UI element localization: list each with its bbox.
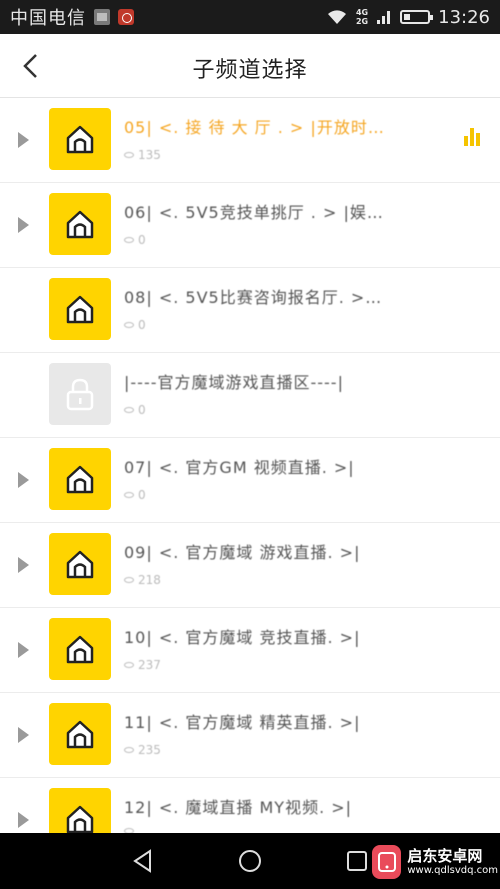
channel-avatar <box>49 703 111 765</box>
watermark-title: 启东安卓网 <box>407 847 483 866</box>
channel-row[interactable]: 05| <. 接 待 大 厅 . > |开放时… 135 <box>0 98 500 183</box>
channel-name: 11| <. 官方魔域 精英直播. >| <box>124 713 361 732</box>
expand-arrow-icon[interactable] <box>18 727 29 743</box>
channel-name: |----官方魔域游戏直播区----| <box>124 373 344 392</box>
carrier-name: 中国电信 <box>10 8 86 29</box>
channel-avatar <box>49 448 111 510</box>
lock-icon <box>66 378 94 411</box>
expand-arrow-icon[interactable] <box>18 642 29 658</box>
home-icon <box>66 550 94 579</box>
channel-name: 09| <. 官方魔域 游戏直播. >| <box>124 543 361 562</box>
network-type: 4G 2G <box>355 8 369 26</box>
header: 子频道选择 <box>0 34 500 98</box>
eye-icon <box>124 747 134 753</box>
eye-icon <box>124 407 134 413</box>
nav-recents-button[interactable] <box>339 843 375 879</box>
live-indicator-icon <box>464 128 484 146</box>
eye-icon <box>124 152 134 158</box>
viewer-count: 237 <box>124 658 161 672</box>
viewer-count: 218 <box>124 573 161 587</box>
channel-name: 12| <. 魔域直播 MY视频. >| <box>124 798 353 817</box>
circle-home-icon <box>238 850 261 872</box>
eye-icon <box>124 322 134 328</box>
battery-icon <box>400 10 434 24</box>
watermark-url: www.qdlsvdq.com <box>407 864 498 876</box>
square-recents-icon <box>346 851 367 871</box>
viewer-count: 0 <box>124 488 146 502</box>
channel-name: 10| <. 官方魔域 竞技直播. >| <box>124 628 361 647</box>
channel-avatar <box>49 788 111 833</box>
home-icon <box>66 465 94 494</box>
channel-row[interactable]: 06| <. 5V5竞技单挑厅 . > |娱… 0 <box>0 183 500 268</box>
watermark-text: 启东安卓网 www.qdlsvdq.com <box>407 848 498 876</box>
status-bar: 中国电信 4G 2G 13:26 <box>0 0 500 34</box>
home-icon <box>66 720 94 749</box>
home-icon <box>66 125 94 154</box>
status-indicators: 4G 2G 13:26 <box>326 7 490 28</box>
page-title: 子频道选择 <box>192 58 308 83</box>
viewer-count: 0 <box>124 403 146 417</box>
home-icon <box>66 805 94 833</box>
channel-row[interactable]: 07| <. 官方GM 视频直播. >| 0 <box>0 438 500 523</box>
expand-arrow-icon[interactable] <box>18 217 29 233</box>
channel-avatar-locked <box>49 363 111 425</box>
record-notification-icon <box>118 9 134 25</box>
channel-row[interactable]: 09| <. 官方魔域 游戏直播. >| 218 <box>0 523 500 608</box>
eye-icon <box>124 237 134 243</box>
channel-row[interactable]: 08| <. 5V5比赛咨询报名厅. >… 0 <box>0 268 500 353</box>
viewer-count: 0 <box>124 233 146 247</box>
channel-row-locked[interactable]: |----官方魔域游戏直播区----| 0 <box>0 353 500 438</box>
signal-icon <box>377 11 391 24</box>
viewer-count: 235 <box>124 743 161 757</box>
eye-icon <box>124 577 134 583</box>
viewer-count: 0 <box>124 318 146 332</box>
expand-arrow-icon[interactable] <box>18 472 29 488</box>
channel-row[interactable]: 11| <. 官方魔域 精英直播. >| 235 <box>0 693 500 778</box>
eye-icon <box>124 662 134 668</box>
expand-arrow-icon[interactable] <box>18 557 29 573</box>
watermark: 启东安卓网 www.qdlsvdq.com <box>372 838 498 886</box>
triangle-back-icon <box>133 849 152 873</box>
expand-arrow-icon[interactable] <box>18 812 29 828</box>
channel-avatar <box>49 278 111 340</box>
channel-avatar <box>49 618 111 680</box>
nav-home-button[interactable] <box>232 843 268 879</box>
channel-row[interactable]: 12| <. 魔域直播 MY视频. >| <box>0 778 500 833</box>
wifi-icon <box>327 10 346 24</box>
channel-name: 08| <. 5V5比赛咨询报名厅. >… <box>124 288 383 307</box>
channel-avatar <box>49 533 111 595</box>
channel-avatar <box>49 193 111 255</box>
home-icon <box>66 635 94 664</box>
channel-avatar <box>49 108 111 170</box>
channel-name: 07| <. 官方GM 视频直播. >| <box>124 458 355 477</box>
eye-icon <box>124 492 134 498</box>
watermark-logo-icon <box>372 845 402 879</box>
home-icon <box>66 210 94 239</box>
home-icon <box>66 295 94 324</box>
clock: 13:26 <box>438 6 490 28</box>
channel-name: 05| <. 接 待 大 厅 . > |开放时… <box>124 118 385 137</box>
channel-name: 06| <. 5V5竞技单挑厅 . > |娱… <box>124 203 384 222</box>
channel-row[interactable]: 10| <. 官方魔域 竞技直播. >| 237 <box>0 608 500 693</box>
expand-arrow-icon[interactable] <box>18 132 29 148</box>
channel-list[interactable]: 05| <. 接 待 大 厅 . > |开放时… 135 06| <. 5V5竞… <box>0 98 500 833</box>
gallery-notification-icon <box>94 9 110 25</box>
nav-back-button[interactable] <box>125 843 161 879</box>
viewer-count: 135 <box>124 148 161 162</box>
